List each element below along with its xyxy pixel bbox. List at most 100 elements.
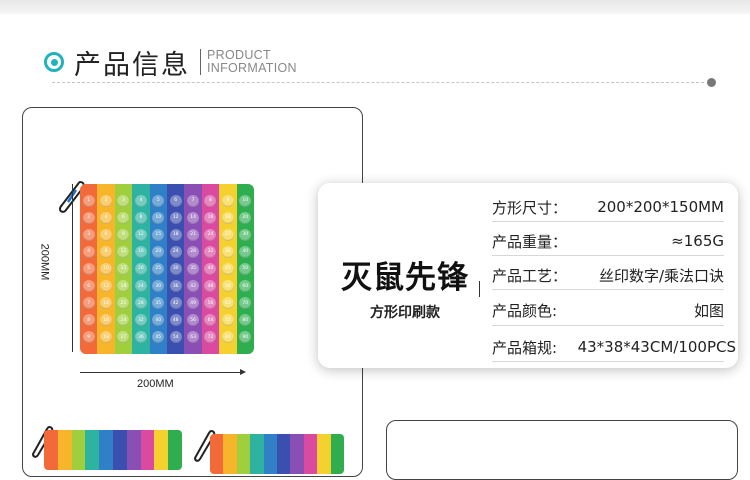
pop-bubble: 8 [134, 211, 147, 224]
product-name: 灭鼠先锋 [341, 260, 469, 296]
board-column: 5 10 15 20 25 30 35 40 45 [149, 184, 167, 354]
board-column: 9 18 27 36 45 54 63 72 81 [219, 184, 237, 354]
pop-bubble: 36 [134, 331, 147, 344]
target-icon [44, 52, 64, 72]
pop-bubble: 63 [221, 297, 234, 310]
spec-row-carton: 产品箱规: 43*38*43CM/100PCS [492, 336, 736, 358]
thumbnail-stripe [71, 430, 86, 470]
pop-bubble: 21 [117, 297, 130, 310]
board-column: 3 6 9 12 15 18 21 24 27 [114, 184, 133, 354]
thumbnail-stripe [44, 430, 58, 470]
title-en-line2: INFORMATION [207, 61, 297, 75]
card-divider [479, 281, 480, 297]
pop-bubble: 12 [169, 211, 182, 224]
top-shadow-bar [0, 0, 750, 14]
board-column: 10 20 30 40 50 60 70 80 90 [236, 184, 254, 354]
pop-bubble: 42 [169, 297, 182, 310]
pop-bubble: 18 [100, 331, 113, 344]
pop-bubble: 40 [239, 245, 252, 258]
board-column: 1 2 3 4 5 6 7 8 9 [80, 184, 98, 354]
pop-bubble: 40 [152, 314, 165, 327]
spec-row-weight: 产品重量： ≈165G [492, 230, 724, 252]
pop-bubble: 7 [187, 194, 200, 207]
thumbnail-stripe [250, 434, 264, 474]
spec-label: 产品颜色: [492, 301, 558, 320]
pop-bubble: 20 [152, 245, 165, 258]
pop-bubble: 14 [187, 211, 200, 224]
spec-label: 产品箱规: [492, 338, 558, 357]
pop-bubble: 3 [82, 228, 95, 241]
spec-row-craft: 产品工艺： 丝印数字/乘法口诀 [492, 264, 724, 286]
thumbnail-stripe [126, 430, 141, 470]
pop-bubble: 28 [187, 245, 200, 258]
pop-bubble: 15 [117, 262, 130, 275]
section-title-en: PRODUCT INFORMATION [207, 49, 297, 75]
thumbnail-stripe [303, 434, 318, 474]
pop-bubble: 16 [100, 314, 113, 327]
pop-bubble: 21 [187, 228, 200, 241]
thumbnail-stripe [85, 430, 100, 470]
pop-bubble: 8 [204, 194, 217, 207]
thumbnail-stripe [317, 434, 331, 474]
product-thumbnail-printed[interactable] [210, 434, 344, 474]
pop-bubble: 12 [134, 228, 147, 241]
pop-bubble: 1 [82, 194, 95, 207]
pop-bubble: 81 [221, 331, 234, 344]
pop-bubble: 5 [152, 194, 165, 207]
pop-bubble: 90 [239, 331, 252, 344]
pop-bubble: 45 [221, 262, 234, 275]
pop-bubble: 72 [204, 331, 217, 344]
pop-bubble: 2 [100, 194, 113, 207]
pop-bubble: 70 [239, 297, 252, 310]
thumbnail-stripe [154, 430, 169, 470]
pop-bubble: 18 [169, 228, 182, 241]
height-measure-line [72, 184, 73, 352]
spec-value: 200*200*150MM [597, 198, 724, 216]
spec-row-divider [492, 221, 724, 222]
height-dimension-label: 200MM [38, 243, 51, 281]
spec-value: ≈165G [671, 232, 724, 250]
pop-bubble: 15 [152, 228, 165, 241]
pop-bubble: 4 [82, 245, 95, 258]
spec-row-divider [492, 361, 724, 362]
pop-it-multiplication-board: 1 2 3 4 5 6 7 8 9 2 4 6 8 10 12 14 16 18 3 6 9 12 15 18 21 24 27 4 8… [80, 184, 254, 354]
pop-bubble: 36 [221, 245, 234, 258]
pop-bubble: 36 [169, 280, 182, 293]
spec-row-divider [492, 325, 724, 326]
pop-bubble: 40 [204, 262, 217, 275]
thumbnail-stripe [57, 430, 72, 470]
pop-bubble: 28 [134, 297, 147, 310]
pop-bubble: 35 [152, 297, 165, 310]
pop-bubble: 6 [100, 228, 113, 241]
spec-label: 产品工艺： [492, 266, 568, 285]
pop-bubble: 20 [239, 211, 252, 224]
spec-value: 43*38*43CM/100PCS [577, 338, 736, 356]
board-column: 6 12 18 24 30 36 42 48 54 [166, 184, 185, 354]
pop-bubble: 32 [134, 314, 147, 327]
product-thumbnail-rainbow[interactable] [44, 430, 182, 470]
pop-bubble: 24 [134, 280, 147, 293]
pop-bubble: 18 [221, 211, 234, 224]
pop-bubble: 16 [134, 245, 147, 258]
spec-label: 方形尺寸： [492, 198, 568, 217]
board-column: 2 4 6 8 10 12 14 16 18 [97, 184, 115, 354]
pop-bubble: 63 [187, 331, 200, 344]
pop-bubble: 20 [134, 262, 147, 275]
spec-row-size: 方形尺寸： 200*200*150MM [492, 196, 724, 218]
pop-bubble: 9 [117, 228, 130, 241]
pop-bubble: 25 [152, 262, 165, 275]
pop-bubble: 4 [134, 194, 147, 207]
pop-bubble: 32 [204, 245, 217, 258]
pop-bubble: 48 [169, 314, 182, 327]
thumbnail-stripe [330, 434, 344, 474]
section-header: 产品信息 PRODUCT INFORMATION [44, 44, 297, 81]
pop-bubble: 72 [221, 314, 234, 327]
thumbnail-stripe [210, 434, 224, 474]
pop-bubble: 6 [82, 280, 95, 293]
pop-bubble: 64 [204, 314, 217, 327]
spec-row-color: 产品颜色: 如图 [492, 299, 724, 321]
pop-bubble: 27 [221, 228, 234, 241]
pop-bubble: 49 [187, 297, 200, 310]
pop-bubble: 12 [100, 280, 113, 293]
pop-bubble: 8 [82, 314, 95, 327]
